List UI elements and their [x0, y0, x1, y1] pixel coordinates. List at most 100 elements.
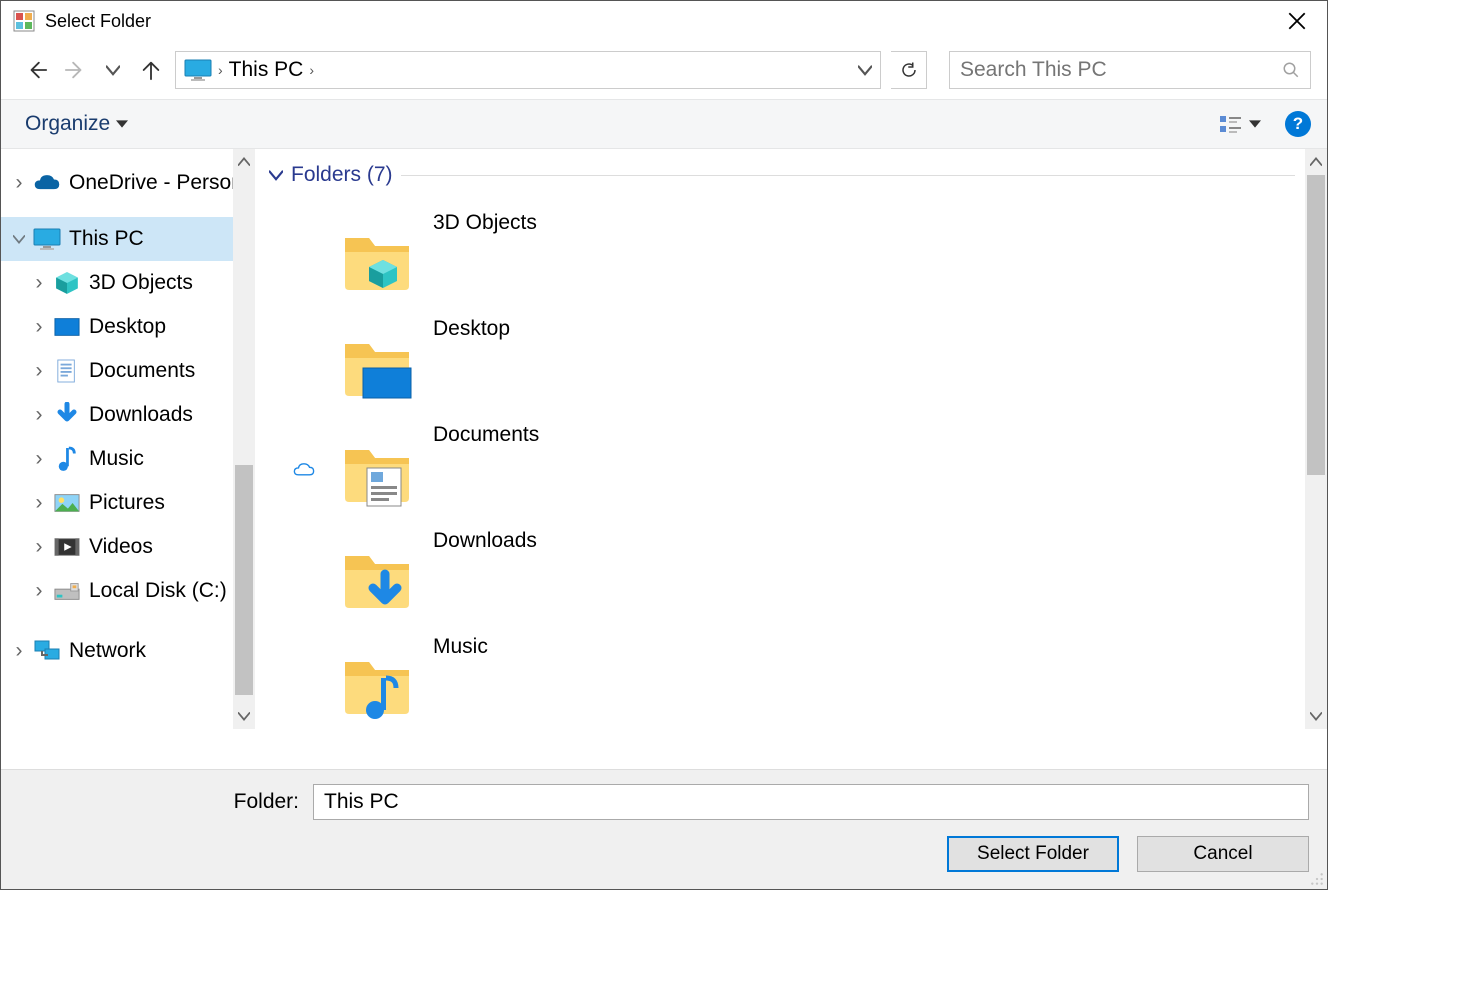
network-icon [33, 637, 61, 665]
folder-item-desktop[interactable]: Desktop [269, 311, 1327, 417]
pictures-icon [53, 489, 81, 517]
forward-button[interactable] [61, 56, 89, 84]
chevron-right-icon[interactable]: › [29, 315, 49, 339]
folder-field-label: Folder: [19, 790, 299, 814]
scroll-down-icon[interactable] [233, 703, 255, 729]
view-options-button[interactable] [1219, 114, 1261, 134]
section-header-label: Folders (7) [291, 163, 393, 187]
folder-label: 3D Objects [433, 211, 537, 235]
folder-desktop-icon [339, 326, 415, 402]
desktop-icon [53, 313, 81, 341]
folder-name-input[interactable] [313, 784, 1309, 820]
tree-label: Pictures [89, 491, 165, 515]
app-icon [13, 10, 35, 32]
folder-documents-icon [339, 432, 415, 508]
this-pc-icon [184, 59, 212, 81]
tree-label: Local Disk (C:) [89, 579, 227, 603]
folder-3d-objects-icon [339, 220, 415, 296]
tree-label: OneDrive - Person [69, 171, 243, 195]
cube-icon [53, 269, 81, 297]
tree-label: Documents [89, 359, 195, 383]
this-pc-icon [33, 225, 61, 253]
disk-icon [53, 577, 81, 605]
chevron-right-icon[interactable]: › [29, 491, 49, 515]
tree-label: Music [89, 447, 144, 471]
chevron-right-icon[interactable]: › [29, 535, 49, 559]
scroll-thumb[interactable] [235, 465, 253, 695]
tree-item-onedrive[interactable]: › OneDrive - Person [1, 161, 255, 205]
tree-item-desktop[interactable]: › Desktop [1, 305, 255, 349]
breadcrumb-chevron-icon[interactable]: › [309, 62, 314, 78]
content-scrollbar[interactable] [1305, 149, 1327, 729]
tree-item-this-pc[interactable]: This PC [1, 217, 255, 261]
tree-label: Desktop [89, 315, 166, 339]
folder-item-downloads[interactable]: Downloads [269, 523, 1327, 629]
address-dropdown-button[interactable] [850, 52, 880, 88]
chevron-down-icon[interactable] [9, 233, 29, 245]
cancel-button[interactable]: Cancel [1137, 836, 1309, 872]
close-button[interactable] [1277, 6, 1317, 36]
help-button[interactable]: ? [1285, 111, 1311, 137]
chevron-right-icon[interactable]: › [29, 579, 49, 603]
chevron-down-icon [269, 169, 283, 181]
scroll-thumb[interactable] [1307, 175, 1325, 475]
breadcrumb-this-pc[interactable]: This PC [229, 58, 304, 82]
folder-label: Downloads [433, 529, 537, 553]
section-header-folders[interactable]: Folders (7) [269, 163, 1327, 187]
scroll-up-icon[interactable] [1305, 149, 1327, 175]
view-icon [1219, 114, 1243, 134]
tree-item-videos[interactable]: › Videos [1, 525, 255, 569]
folder-label: Documents [433, 423, 539, 447]
tree-item-3d-objects[interactable]: › 3D Objects [1, 261, 255, 305]
tree-pane: › OneDrive - Person This PC › 3D Objects… [1, 149, 255, 729]
recent-locations-button[interactable] [99, 56, 127, 84]
tree-item-downloads[interactable]: › Downloads [1, 393, 255, 437]
organize-button[interactable]: Organize [25, 112, 128, 136]
content-pane: Folders (7) 3D Objects Desktop Documents [255, 149, 1327, 729]
tree-item-music[interactable]: › Music [1, 437, 255, 481]
tree-item-pictures[interactable]: › Pictures [1, 481, 255, 525]
section-header-divider [401, 175, 1295, 176]
breadcrumb-chevron-icon[interactable]: › [218, 62, 223, 78]
folder-music-icon [339, 644, 415, 720]
organize-label: Organize [25, 112, 110, 136]
title-bar: Select Folder [1, 1, 1327, 41]
chevron-right-icon[interactable]: › [9, 171, 29, 195]
onedrive-icon [33, 169, 61, 197]
select-folder-button[interactable]: Select Folder [947, 836, 1119, 872]
tree-label: Downloads [89, 403, 193, 427]
music-icon [53, 445, 81, 473]
chevron-right-icon[interactable]: › [29, 271, 49, 295]
folder-item-3d-objects[interactable]: 3D Objects [269, 205, 1327, 311]
tree-scrollbar[interactable] [233, 149, 255, 729]
chevron-right-icon[interactable]: › [29, 447, 49, 471]
tree-label: Network [69, 639, 146, 663]
footer: Folder: Select Folder Cancel [1, 769, 1327, 889]
search-icon [1282, 61, 1300, 79]
caret-down-icon [1249, 119, 1261, 129]
tree-item-documents[interactable]: › Documents [1, 349, 255, 393]
address-bar[interactable]: › This PC › [175, 51, 881, 89]
scroll-down-icon[interactable] [1305, 703, 1327, 729]
chevron-right-icon[interactable]: › [29, 359, 49, 383]
resize-grip-icon[interactable] [1310, 872, 1324, 886]
folder-item-music[interactable]: Music [269, 629, 1327, 729]
folder-item-documents[interactable]: Documents [269, 417, 1327, 523]
chevron-right-icon[interactable]: › [29, 403, 49, 427]
toolbar: Organize ? [1, 99, 1327, 149]
tree-item-local-disk[interactable]: › Local Disk (C:) [1, 569, 255, 613]
window-title: Select Folder [45, 11, 1277, 32]
videos-icon [53, 533, 81, 561]
tree-item-network[interactable]: › Network [1, 629, 255, 673]
nav-bar: › This PC › [1, 41, 1327, 99]
scroll-up-icon[interactable] [233, 149, 255, 175]
tree-label: Videos [89, 535, 153, 559]
cloud-status-icon [293, 462, 315, 478]
chevron-right-icon[interactable]: › [9, 639, 29, 663]
refresh-button[interactable] [891, 51, 927, 89]
search-box[interactable] [949, 51, 1311, 89]
folder-downloads-icon [339, 538, 415, 614]
search-input[interactable] [960, 58, 1282, 82]
up-button[interactable] [137, 56, 165, 84]
back-button[interactable] [23, 56, 51, 84]
